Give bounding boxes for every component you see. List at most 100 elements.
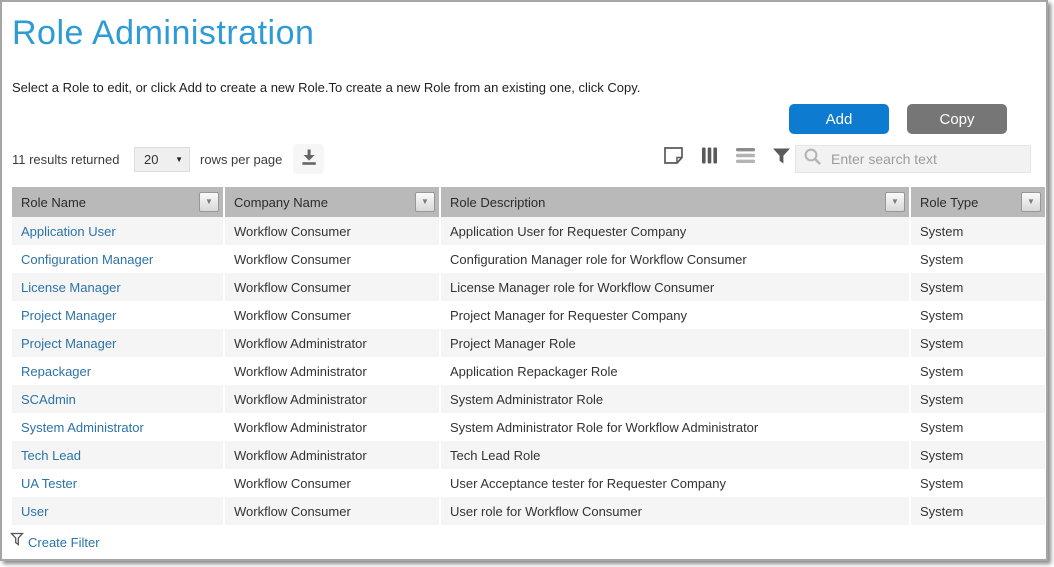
table-row: Configuration Manager Workflow ConsumerCo…: [12, 245, 1045, 273]
export-icon: [299, 147, 319, 172]
chevron-down-icon: ▼: [205, 198, 213, 206]
table-cell: System: [910, 469, 1045, 497]
table-row: UA Tester Workflow ConsumerUser Acceptanc…: [12, 469, 1045, 497]
column-header-label: Role Name: [21, 195, 86, 210]
table-cell: System: [910, 301, 1045, 329]
copy-button[interactable]: Copy: [907, 104, 1007, 134]
filter-icon: [772, 147, 791, 170]
table-cell: Tech Lead Role: [440, 441, 910, 469]
table-row: Project ManagerWorkflow AdministratorPro…: [12, 329, 1045, 357]
column-dropdown-button[interactable]: ▼: [1021, 192, 1041, 212]
column-chooser-button[interactable]: [698, 147, 720, 169]
table-cell: System: [910, 441, 1045, 469]
rows-per-page-select[interactable]: 20 ▼: [134, 147, 190, 172]
table-cell: Tech Lead: [12, 441, 224, 469]
page-subtitle: Select a Role to edit, or click Add to c…: [12, 80, 640, 95]
column-header-label: Role Description: [450, 195, 545, 210]
table-cell: Configuration Manager role for Workflow …: [440, 245, 910, 273]
table-cell: Workflow Administrator: [224, 385, 440, 413]
page-layout-button[interactable]: [662, 147, 684, 169]
table-cell: Application User for Requester Company: [440, 217, 910, 245]
table-cell: UA Tester: [12, 469, 224, 497]
table-cell: Project Manager: [12, 329, 224, 357]
table-cell: Application User: [12, 217, 224, 245]
table-row: System Administrator Workflow Administrat…: [12, 413, 1045, 441]
table-cell: SCAdmin: [12, 385, 224, 413]
table-cell: System Administrator: [12, 413, 224, 441]
chevron-down-icon: ▼: [175, 155, 189, 164]
column-header-label: Company Name: [234, 195, 328, 210]
results-count: 11 results returned: [12, 152, 119, 167]
table-cell: Workflow Administrator: [224, 441, 440, 469]
add-button[interactable]: Add: [789, 104, 889, 134]
grid-toolbar: 11 results returned 20 ▼ rows per page: [2, 144, 1046, 176]
grid-view-icons: [662, 147, 792, 169]
group-rows-button[interactable]: [734, 147, 756, 169]
table-row: User Workflow ConsumerUser role for Workf…: [12, 497, 1045, 525]
table-cell: System: [910, 329, 1045, 357]
table-cell: System: [910, 413, 1045, 441]
table-cell: Workflow Consumer: [224, 245, 440, 273]
search-input[interactable]: [822, 151, 1030, 167]
chevron-down-icon: ▼: [421, 198, 429, 206]
table-cell: User: [12, 497, 224, 525]
table-row: Project Manager Workflow ConsumerProject …: [12, 301, 1045, 329]
table-cell: Workflow Consumer: [224, 301, 440, 329]
create-filter-icon: [10, 532, 24, 552]
table-cell: Workflow Consumer: [224, 469, 440, 497]
table-cell: System Administrator Role: [440, 385, 910, 413]
page-title: Role Administration: [12, 14, 314, 53]
table-cell: Project Manager Role: [440, 329, 910, 357]
column-header-role-description[interactable]: Role Description ▼: [440, 187, 910, 217]
role-name-link[interactable]: SCAdmin: [21, 392, 76, 407]
table-cell: User Acceptance tester for Requester Com…: [440, 469, 910, 497]
table-cell: License Manager role for Workflow Consum…: [440, 273, 910, 301]
role-name-link[interactable]: Project Manager: [21, 308, 116, 323]
table-cell: System: [910, 245, 1045, 273]
table-cell: Project Manager for Requester Company: [440, 301, 910, 329]
table-cell: Workflow Administrator: [224, 357, 440, 385]
create-filter-link[interactable]: Create Filter: [10, 532, 100, 552]
table-cell: Workflow Administrator: [224, 413, 440, 441]
role-name-link[interactable]: Repackager: [21, 364, 91, 379]
table-cell: Application Repackager Role: [440, 357, 910, 385]
role-name-link[interactable]: Application User: [21, 224, 116, 239]
rows-per-page-value: 20: [135, 152, 175, 167]
filter-button[interactable]: [770, 147, 792, 169]
column-dropdown-button[interactable]: ▼: [415, 192, 435, 212]
table-row: License ManagerWorkflow ConsumerLicense …: [12, 273, 1045, 301]
role-administration-window: Role Administration Select a Role to edi…: [0, 0, 1048, 561]
table-row: Repackager Workflow AdministratorApplicat…: [12, 357, 1045, 385]
table-cell: License Manager: [12, 273, 224, 301]
role-name-link[interactable]: Configuration Manager: [21, 252, 153, 267]
group-rows-icon: [735, 147, 756, 169]
search-icon: [796, 147, 822, 171]
column-header-company-name[interactable]: Company Name ▼: [224, 187, 440, 217]
rows-per-page-label: rows per page: [200, 152, 282, 167]
column-dropdown-button[interactable]: ▼: [199, 192, 219, 212]
table-body: Application UserWorkflow ConsumerApplica…: [12, 217, 1045, 525]
table-row: Application User Workflow ConsumerApplica…: [12, 217, 1045, 245]
table-cell: Repackager: [12, 357, 224, 385]
column-header-label: Role Type: [920, 195, 978, 210]
role-name-link[interactable]: System Administrator: [21, 420, 144, 435]
create-filter-label: Create Filter: [28, 535, 100, 550]
table-cell: Workflow Consumer: [224, 217, 440, 245]
column-header-role-name[interactable]: Role Name ▼: [12, 187, 224, 217]
table-cell: Workflow Consumer: [224, 497, 440, 525]
export-button[interactable]: [293, 144, 324, 174]
role-name-link[interactable]: License Manager: [21, 280, 121, 295]
role-name-link[interactable]: Tech Lead: [21, 448, 81, 463]
role-name-link[interactable]: User: [21, 504, 48, 519]
table-cell: System: [910, 357, 1045, 385]
roles-table: Role Name ▼ Company Name ▼ Role Descript…: [12, 187, 1045, 525]
role-name-link[interactable]: Project Manager: [21, 336, 116, 351]
chevron-down-icon: ▼: [1027, 198, 1035, 206]
column-header-role-type[interactable]: Role Type ▼: [910, 187, 1045, 217]
role-name-link[interactable]: UA Tester: [21, 476, 77, 491]
table-cell: System: [910, 273, 1045, 301]
column-dropdown-button[interactable]: ▼: [885, 192, 905, 212]
table-cell: System: [910, 497, 1045, 525]
table-cell: System: [910, 217, 1045, 245]
table-cell: User role for Workflow Consumer: [440, 497, 910, 525]
